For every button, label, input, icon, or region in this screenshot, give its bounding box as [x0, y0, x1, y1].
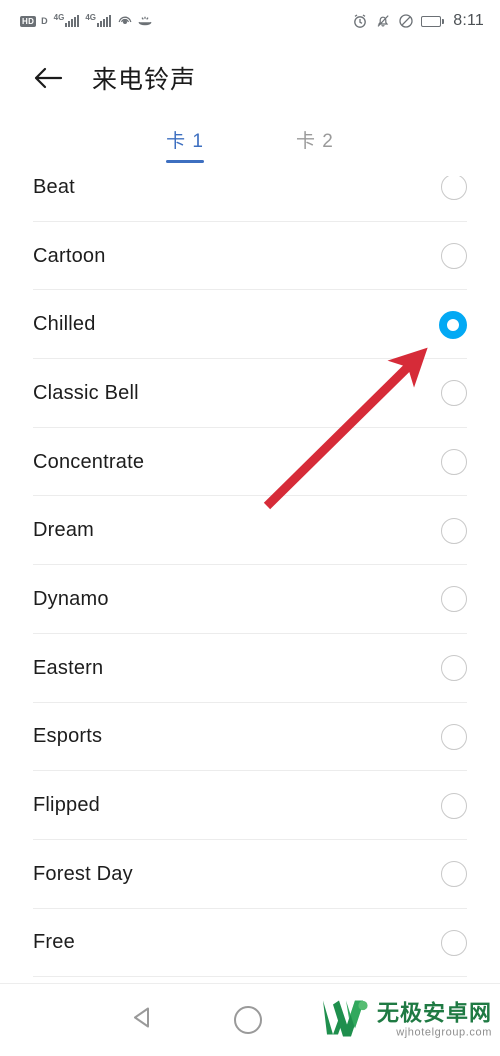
tab-sim-2[interactable]: 卡 2 — [296, 126, 334, 163]
radio-button[interactable] — [441, 655, 467, 682]
eye-care-icon — [137, 13, 153, 29]
nav-back-icon[interactable] — [128, 1003, 158, 1038]
ringtone-row[interactable]: Classic Bell — [0, 359, 500, 428]
signal-sim1-icon: 4G — [53, 13, 80, 27]
hotspot-icon — [117, 13, 133, 29]
ringtone-row[interactable]: Flipped — [0, 771, 500, 840]
back-arrow-icon[interactable] — [30, 60, 66, 96]
bell-muted-icon — [375, 13, 391, 29]
signal-sim2-icon: 4G — [85, 13, 111, 27]
ringtone-name: Dream — [33, 519, 95, 542]
status-bar: HD D 4G 4G 8:11 — [0, 0, 500, 42]
ringtone-name: Beat — [33, 176, 75, 198]
radio-button[interactable] — [441, 586, 467, 613]
ringtone-name: Forest Day — [33, 862, 133, 885]
watermark-logo-icon — [319, 995, 371, 1046]
tab-sim-1-label: 卡 1 — [166, 131, 204, 152]
radio-button[interactable] — [441, 449, 467, 476]
radio-button[interactable] — [441, 723, 467, 750]
ringtone-name: Cartoon — [33, 244, 106, 267]
sim2-network-label: 4G — [85, 13, 96, 22]
radio-button[interactable] — [441, 176, 467, 201]
ringtone-name: Free — [33, 931, 75, 954]
status-bar-left: HD D 4G 4G — [20, 13, 153, 29]
radio-button[interactable] — [441, 792, 467, 819]
sim-tabs: 卡 1 卡 2 — [0, 114, 500, 176]
radio-button[interactable] — [441, 517, 467, 544]
watermark-url: wjhotelgroup.com — [396, 1026, 492, 1038]
tab-active-indicator — [166, 160, 204, 163]
tab-sim-2-label: 卡 2 — [296, 131, 334, 152]
battery-icon — [421, 15, 445, 27]
radio-button[interactable] — [441, 929, 467, 956]
ringtone-row[interactable]: Eastern — [0, 634, 500, 703]
radio-button[interactable] — [441, 380, 467, 407]
ringtone-row[interactable]: Free — [0, 909, 500, 978]
watermark-site-name: 无极安卓网 — [376, 1000, 492, 1025]
ringtone-row[interactable]: Dynamo — [0, 565, 500, 634]
ringtone-name: Chilled — [33, 313, 96, 336]
page-title: 来电铃声 — [92, 66, 197, 94]
radio-button[interactable] — [441, 861, 467, 888]
status-bar-right: 8:11 — [352, 12, 484, 30]
ringtone-name: Classic Bell — [33, 381, 139, 404]
sim1-network-label: 4G — [53, 13, 65, 22]
app-bar: 来电铃声 — [0, 42, 500, 114]
ringtone-row[interactable]: Concentrate — [0, 428, 500, 497]
ringtone-row[interactable]: Chilled — [0, 290, 500, 359]
radio-button-selected[interactable] — [439, 310, 467, 339]
ringtone-row[interactable]: Forest Day — [0, 840, 500, 909]
ringtone-row[interactable]: Dream — [0, 496, 500, 565]
ringtone-name: Esports — [33, 725, 103, 748]
hd-icon: HD — [20, 15, 37, 27]
radio-button[interactable] — [441, 243, 467, 270]
dnd-icon — [398, 13, 414, 29]
nav-home-icon[interactable] — [234, 1006, 262, 1034]
signal-bars-sim1 — [65, 15, 80, 27]
ringtone-name: Eastern — [33, 656, 104, 679]
ringtone-row[interactable]: Cartoon — [0, 222, 500, 291]
ringtone-name: Dynamo — [33, 587, 109, 610]
ringtone-list: Beat Cartoon Chilled Classic Bell Concentrat… — [0, 176, 500, 977]
system-nav-bar: 无极安卓网 wjhotelgroup.com — [0, 983, 500, 1056]
data-icon: D — [41, 16, 48, 26]
ringtone-list-viewport[interactable]: Beat Cartoon Chilled Classic Bell Concentrat… — [0, 176, 500, 984]
watermark: 无极安卓网 wjhotelgroup.com — [319, 995, 492, 1046]
ringtone-name: Concentrate — [33, 450, 145, 473]
ringtone-name: Flipped — [33, 794, 100, 817]
status-time: 8:11 — [453, 12, 484, 29]
tab-sim-1[interactable]: 卡 1 — [166, 126, 204, 163]
alarm-icon — [352, 13, 368, 29]
ringtone-row[interactable]: Beat — [0, 176, 500, 222]
ringtone-row[interactable]: Esports — [0, 703, 500, 772]
watermark-text: 无极安卓网 wjhotelgroup.com — [377, 1002, 492, 1038]
signal-bars-sim2 — [97, 15, 111, 27]
